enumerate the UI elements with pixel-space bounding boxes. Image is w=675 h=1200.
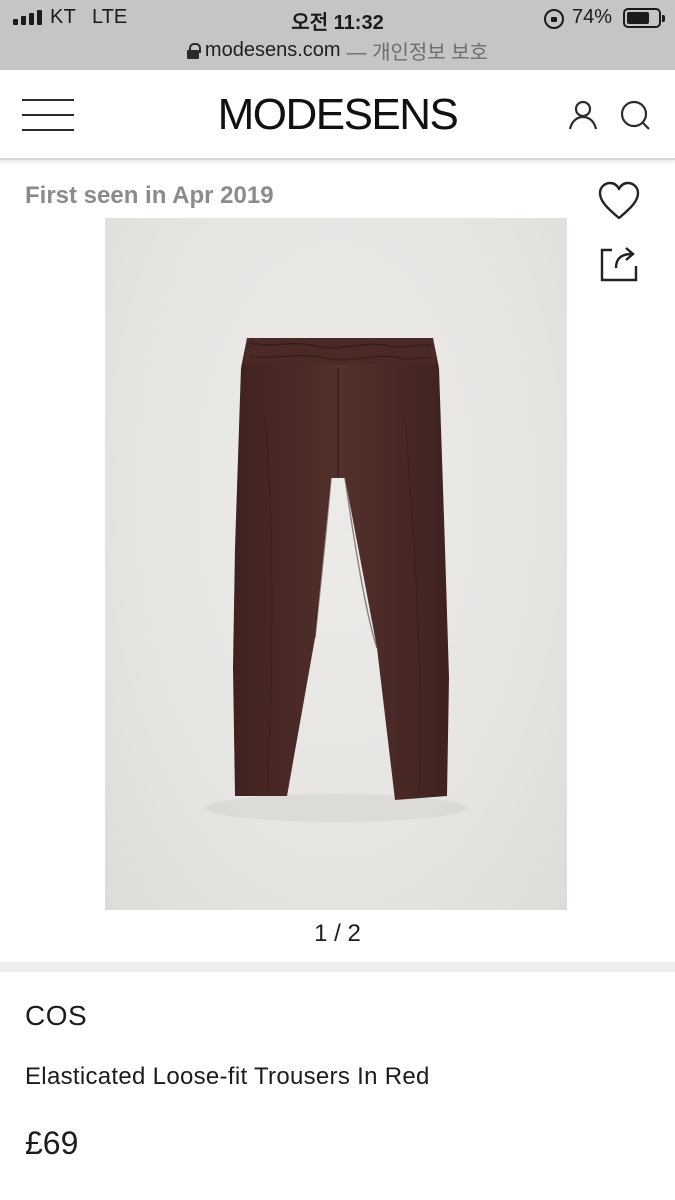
padlock-icon xyxy=(186,42,201,59)
user-account-icon[interactable] xyxy=(566,98,600,132)
battery-percent: 74% xyxy=(572,6,613,28)
site-header: MODESENS xyxy=(0,70,675,160)
logo-home-link[interactable] xyxy=(205,90,470,142)
search-icon[interactable] xyxy=(618,98,652,132)
section-divider xyxy=(0,962,675,972)
first-seen-label: First seen in Apr 2019 xyxy=(25,182,274,209)
battery-icon xyxy=(623,8,665,28)
hamburger-menu-icon[interactable] xyxy=(22,98,74,132)
trousers-image xyxy=(206,338,466,822)
battery-fill xyxy=(627,12,649,24)
product-brand[interactable]: COS xyxy=(25,1000,87,1032)
heart-wishlist-icon[interactable] xyxy=(597,180,641,224)
status-bar: KT LTE 오전 11:32 74% xyxy=(0,0,675,36)
url-privacy-note: — 개인정보 보호 xyxy=(346,42,489,64)
browser-chrome: KT LTE 오전 11:32 74% modesens.com — 개인정보 … xyxy=(0,0,675,70)
product-title: Elasticated Loose-fit Trousers In Red xyxy=(25,1063,430,1090)
share-icon[interactable] xyxy=(598,244,640,284)
product-price: £69 xyxy=(25,1125,79,1161)
rotation-lock-icon xyxy=(544,9,564,29)
product-image[interactable] xyxy=(105,218,567,910)
image-counter: 1 / 2 xyxy=(314,920,361,947)
url-domain: modesens.com xyxy=(204,39,341,61)
address-bar[interactable]: modesens.com — 개인정보 보호 xyxy=(0,36,675,66)
